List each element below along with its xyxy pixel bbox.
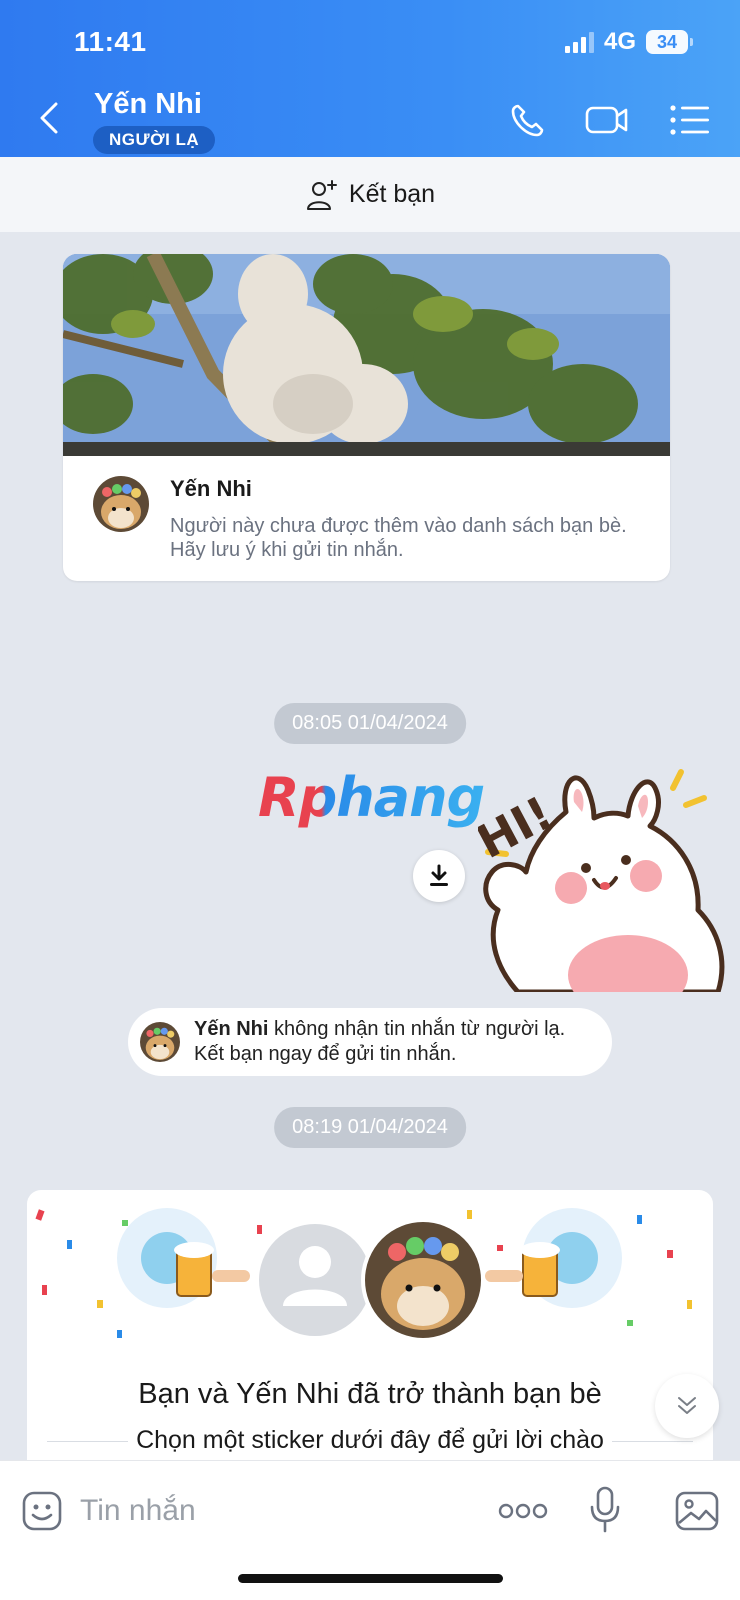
avatar [140,1022,180,1062]
image-gallery-icon[interactable] [674,1489,720,1533]
sticker-icon[interactable] [20,1489,64,1533]
friend-card-title: Bạn và Yến Nhi đã trở thành bạn bè [138,1378,602,1410]
stranger-badge: NGƯỜI LẠ [93,126,216,154]
message-input[interactable] [80,1481,480,1541]
add-user-icon [306,179,337,210]
stranger-warning: Người này chưa được thêm vào danh sách b… [170,515,627,561]
signal-icon [564,31,594,53]
cover-photo [63,254,670,456]
timestamp-pill: 08:19 01/04/2024 [274,1107,466,1148]
stranger-notice: Yến Nhi không nhận tin nhắn từ người lạ.… [128,1008,612,1076]
hi-bunny-sticker[interactable]: HI! [478,760,730,992]
battery-icon: 34 [646,30,693,54]
network-type: 4G [603,28,636,55]
avatar[interactable] [93,476,149,532]
back-icon[interactable] [36,100,64,136]
timestamp-pill: 08:05 01/04/2024 [274,703,466,744]
add-friend-label: Kết bạn [348,180,436,208]
chevron-down-icon [678,1397,696,1414]
profile-name: Yến Nhi [170,476,252,501]
home-indicator [238,1574,503,1583]
video-call-icon[interactable] [584,98,630,142]
celebration-illustration [35,1208,692,1342]
contact-name[interactable]: Yến Nhi [94,88,202,121]
profile-card[interactable]: Yến Nhi Người này chưa được thêm vào dan… [63,254,670,581]
add-friend-button[interactable]: Kết bạn [0,157,740,232]
phone-icon[interactable] [506,98,550,142]
list-menu-icon[interactable] [668,98,712,142]
download-icon [430,864,448,886]
status-time: 11:41 [74,26,147,57]
status-indicators: 4G 34 [564,28,693,56]
download-button[interactable] [413,850,465,902]
microphone-icon[interactable] [588,1485,622,1535]
notice-line-2: Kết bạn ngay để gửi tin nhắn. [194,1043,457,1065]
scroll-to-bottom-button[interactable] [655,1374,719,1438]
notice-contact-name: Yến Nhi [194,1018,269,1040]
more-options-icon[interactable] [498,1499,548,1523]
notice-text: Yến Nhi không nhận tin nhắn từ người lạ.… [194,1017,565,1067]
watermark-logo: Rphang [258,766,485,829]
friend-card-subtitle: Chọn một sticker dưới đây để gửi lời chà… [27,1426,713,1455]
battery-level: 34 [656,31,678,52]
new-friend-card: Bạn và Yến Nhi đã trở thành bạn bè Chọn … [27,1190,713,1460]
chat-header: 11:41 4G 34 Yến Nhi NGƯỜI LẠ [0,0,740,157]
notice-line-1: không nhận tin nhắn từ người lạ. [268,1018,566,1040]
